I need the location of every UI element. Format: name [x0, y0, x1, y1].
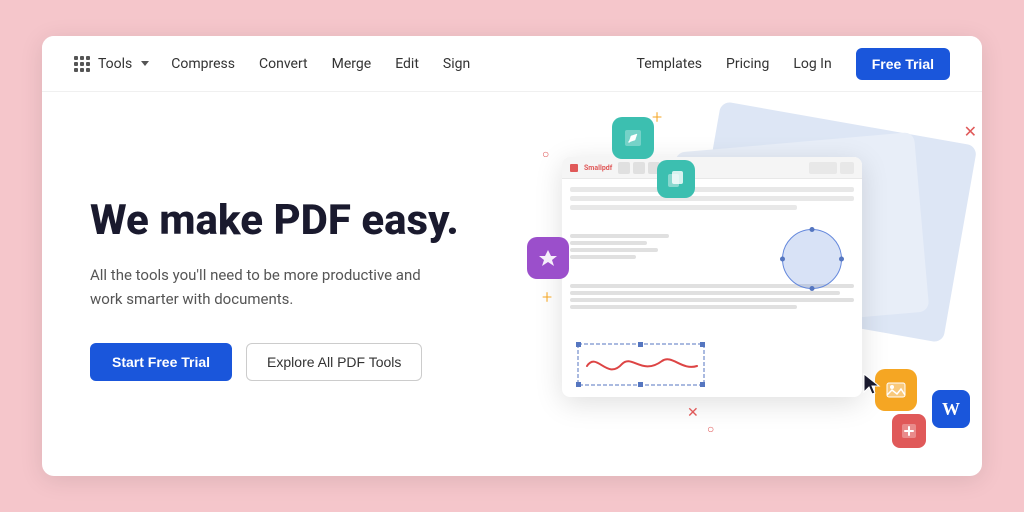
content-area: We make PDF easy. All the tools you'll n… — [42, 92, 982, 476]
sign-nav-link[interactable]: Sign — [441, 52, 472, 76]
templates-nav-link[interactable]: Templates — [637, 56, 703, 72]
free-trial-button[interactable]: Free Trial — [856, 48, 950, 80]
deco-circle-1: ○ — [542, 147, 549, 161]
illustration-panel: Smallpdf — [522, 92, 982, 476]
start-trial-button[interactable]: Start Free Trial — [90, 343, 232, 381]
deco-plus-2: + — [542, 287, 552, 308]
hero-section: We make PDF easy. All the tools you'll n… — [42, 92, 522, 476]
doc-lines — [570, 187, 854, 210]
text-block — [570, 234, 680, 259]
doc-line-2 — [570, 196, 854, 201]
handle-right — [839, 257, 844, 262]
hero-title: We make PDF easy. — [90, 197, 474, 245]
duplicate-float-icon — [657, 160, 695, 198]
nav-left: Tools Compress Convert Merge Edit Sign — [74, 52, 637, 76]
merge-nav-link[interactable]: Merge — [330, 52, 374, 76]
hero-buttons: Start Free Trial Explore All PDF Tools — [90, 343, 474, 381]
convert-nav-link[interactable]: Convert — [257, 52, 310, 76]
handle-bottom — [810, 286, 815, 291]
toolbar-tool-1 — [618, 162, 630, 174]
handle-top — [810, 227, 815, 232]
smallpdf-logo: Smallpdf — [570, 164, 612, 172]
pdf-float-icon — [892, 414, 926, 448]
selection-circle — [782, 229, 842, 289]
doc-line-1 — [570, 187, 854, 192]
pdf-body — [562, 179, 862, 397]
toolbar-tool-2 — [633, 162, 645, 174]
pdf-toolbar: Smallpdf — [562, 157, 862, 179]
toolbar-right-1 — [809, 162, 837, 174]
pdf-editor-card: Smallpdf — [562, 157, 862, 397]
navbar: Tools Compress Convert Merge Edit Sign T… — [42, 36, 982, 92]
handle-left — [780, 257, 785, 262]
chevron-down-icon — [141, 61, 149, 66]
deco-cross-2: ✕ — [687, 405, 699, 421]
tools-menu[interactable]: Tools — [74, 52, 149, 76]
compress-nav-link[interactable]: Compress — [169, 52, 237, 76]
edit-nav-link[interactable]: Edit — [393, 52, 421, 76]
nav-right: Templates Pricing Log In Free Trial — [637, 48, 950, 80]
stamp-float-icon — [527, 237, 569, 279]
deco-cross-1: ✕ — [964, 122, 977, 141]
selection-box-svg — [576, 342, 706, 387]
logo-text: Smallpdf — [584, 164, 612, 172]
word-float-icon: W — [932, 390, 970, 428]
edit-float-icon — [612, 117, 654, 159]
doc-line-3 — [570, 205, 797, 210]
app-container: Tools Compress Convert Merge Edit Sign T… — [42, 36, 982, 476]
word-letter: W — [942, 399, 960, 420]
pricing-nav-link[interactable]: Pricing — [726, 56, 769, 72]
explore-tools-button[interactable]: Explore All PDF Tools — [246, 343, 422, 381]
deco-circle-2: ○ — [707, 422, 714, 436]
toolbar-right-2 — [840, 162, 854, 174]
deco-plus-1: + — [652, 107, 662, 128]
grid-icon — [74, 56, 90, 72]
logo-icon — [570, 164, 578, 172]
login-nav-link[interactable]: Log In — [793, 56, 831, 72]
toolbar-right — [809, 162, 854, 174]
toolbar-tools — [618, 162, 660, 174]
cursor-icon — [862, 372, 882, 396]
hero-subtitle: All the tools you'll need to be more pro… — [90, 263, 450, 311]
tools-label[interactable]: Tools — [96, 52, 134, 76]
